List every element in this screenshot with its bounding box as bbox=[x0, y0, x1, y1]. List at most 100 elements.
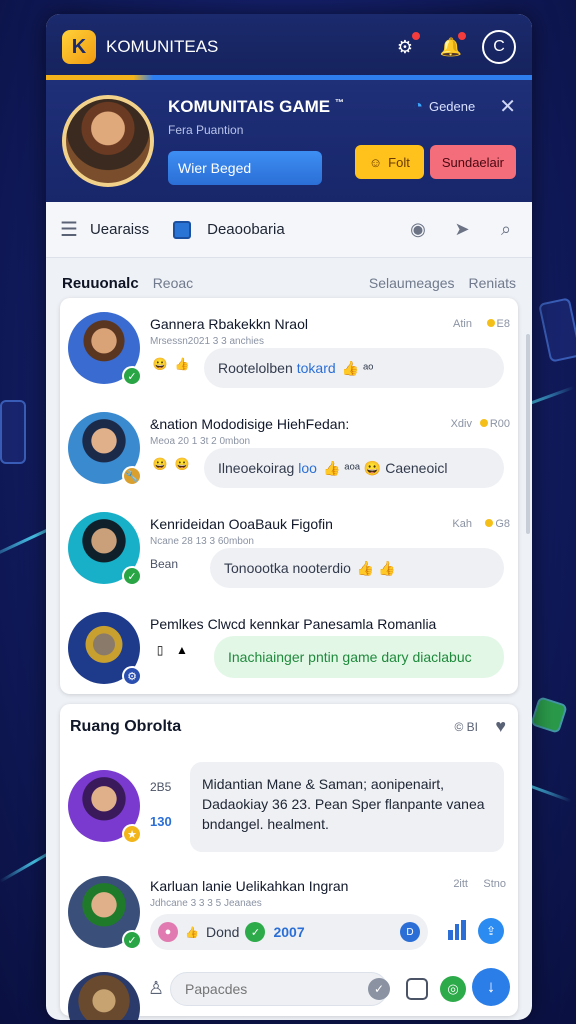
thumbs-up-icon[interactable]: 👍 bbox=[182, 922, 202, 942]
follow-button[interactable]: ☺ Folt bbox=[354, 145, 424, 179]
sub-tabs: Reuuonalc Reoac Selaumeages Reniats bbox=[46, 258, 532, 298]
profile-circle-icon[interactable]: C bbox=[482, 30, 516, 64]
post-subtitle: Meoa 20 1 3t 2 0mbon bbox=[150, 436, 251, 447]
post-time: Atin bbox=[453, 318, 472, 330]
chat-title: Ruang Obrolta bbox=[70, 718, 182, 735]
gamepad-icon[interactable]: ◎ bbox=[440, 976, 466, 1002]
avatar[interactable] bbox=[62, 95, 154, 187]
reaction-icon[interactable]: ● bbox=[158, 922, 178, 942]
reactions: ▯ ▲ bbox=[150, 640, 194, 660]
share-icon[interactable]: ⇪ bbox=[478, 918, 504, 944]
heart-icon[interactable]: ♥ bbox=[495, 716, 506, 737]
nav-item-label[interactable]: Uearaiss bbox=[90, 221, 149, 238]
tab-messages[interactable]: Selaumeages bbox=[369, 275, 455, 291]
shield-icon[interactable]: ◉ bbox=[406, 218, 430, 242]
flask-icon[interactable]: ▲ bbox=[172, 640, 192, 660]
post-bubble[interactable]: Tonoootka nooterdio 👍 👍 bbox=[210, 548, 504, 588]
message-time: 2itt bbox=[453, 878, 468, 890]
post-subtitle: Ncane 28 13 3 60mbon bbox=[150, 536, 254, 547]
profile-field[interactable]: Wier Beged bbox=[168, 151, 322, 185]
chat-message[interactable]: ★ 2B5 130 Midantian Mane & Saman; aonipe… bbox=[68, 762, 510, 860]
background-tile bbox=[530, 696, 568, 734]
message-input[interactable] bbox=[170, 972, 388, 1006]
list-item[interactable]: ✓ Kenrideidan OoaBauk Figofin Ncane 28 1… bbox=[68, 504, 510, 600]
nav-item-label[interactable]: Deaoobaria bbox=[207, 221, 386, 238]
bar-chart-icon[interactable] bbox=[448, 920, 468, 940]
app-window: K KOMUNITEAS ⚙ 🔔 C KOMUNITAIS GAME ™ Fer… bbox=[46, 14, 532, 1020]
gear-badge-icon: ⚙ bbox=[122, 666, 142, 686]
feed-card: ✓ Gannera Rbakekkn Nraol Mrsessn2021 3 3… bbox=[60, 298, 518, 694]
notification-icon[interactable]: 🔔 bbox=[438, 32, 466, 60]
post-time: Xdiv bbox=[450, 418, 472, 430]
top-bar: K KOMUNITEAS ⚙ 🔔 C bbox=[46, 14, 532, 80]
status-indicator: ◔ Gedene ✕ bbox=[413, 94, 516, 119]
notification-dot bbox=[412, 32, 420, 40]
reaction-icon[interactable]: 😀 bbox=[150, 354, 170, 374]
coin-icon bbox=[485, 519, 494, 527]
list-item[interactable]: ✓ Gannera Rbakekkn Nraol Mrsessn2021 3 3… bbox=[68, 304, 510, 400]
hamburger-icon[interactable]: ☰ bbox=[60, 217, 78, 242]
tab-active[interactable]: Reuuonalc bbox=[62, 275, 139, 292]
chat-message[interactable]: ✓ Karluan lanie Uelikahkan Ingran Jdhcan… bbox=[68, 868, 510, 954]
list-item[interactable]: 🔧 &nation Mododisige HiehFedan: Meoa 20 … bbox=[68, 404, 510, 500]
reaction-icon[interactable]: 😀 bbox=[172, 454, 192, 474]
background-tile bbox=[0, 400, 26, 464]
message-number: 130 bbox=[150, 814, 172, 829]
reactions: Bean bbox=[150, 554, 180, 574]
reaction-icon[interactable]: 👍 bbox=[172, 354, 192, 374]
message-title: Karluan lanie Uelikahkan Ingran bbox=[150, 878, 349, 894]
info-icon[interactable]: D bbox=[400, 922, 420, 942]
avatar[interactable] bbox=[68, 972, 140, 1020]
tab-second[interactable]: Reoac bbox=[153, 275, 193, 291]
status-label: Gedene bbox=[428, 99, 476, 114]
status-spinner-icon: ◔ bbox=[413, 97, 423, 115]
search-icon[interactable]: ⌕ bbox=[494, 218, 518, 242]
camera-icon[interactable] bbox=[406, 978, 428, 1000]
wrench-badge-icon: 🔧 bbox=[122, 466, 142, 486]
post-title: Gannera Rbakekkn Nraol bbox=[150, 316, 308, 332]
check-icon[interactable]: ✓ bbox=[368, 978, 390, 1000]
post-title: Pemlkes Clwcd kennkar Panesamla Romanlia bbox=[150, 616, 437, 632]
post-subtitle: Mrsessn2021 3 3 anchies bbox=[150, 336, 264, 347]
book-icon[interactable] bbox=[173, 220, 192, 239]
close-icon[interactable]: ✕ bbox=[499, 94, 516, 119]
notification-dot bbox=[458, 32, 466, 40]
game-logo-icon[interactable]: K bbox=[62, 30, 96, 64]
post-bubble[interactable]: Inachiainger pntin game dary diaclabuc bbox=[214, 636, 504, 678]
coin-icon bbox=[479, 419, 488, 427]
post-time: Kah bbox=[452, 518, 472, 530]
message-reactions-bar[interactable]: ● 👍 Dond ✓ 2007 D bbox=[150, 914, 428, 950]
cup-icon[interactable]: ▯ bbox=[150, 640, 170, 660]
scrollbar[interactable] bbox=[526, 334, 530, 534]
app-title: KOMUNITEAS bbox=[106, 37, 219, 56]
background-tile bbox=[538, 297, 576, 363]
profile-buttons: ☺ Folt Sundaelair bbox=[354, 145, 516, 179]
main-nav: ☰ Uearaiss Deaoobaria ◉ ➤ ⌕ bbox=[46, 202, 532, 258]
post-bubble[interactable]: Ilneoekoirag loo 👍 ᵃᵒᵃ 😀 Caeneoicl bbox=[204, 448, 504, 488]
pin-icon[interactable]: ➤ bbox=[450, 218, 474, 242]
reaction-icon[interactable]: 😀 bbox=[150, 454, 170, 474]
tab-members[interactable]: Reniats bbox=[469, 275, 516, 291]
list-item[interactable]: ⚙ Pemlkes Clwcd kennkar Panesamla Romanl… bbox=[68, 604, 510, 700]
reaction-label[interactable]: Bean bbox=[150, 554, 178, 574]
settings-icon[interactable]: ⚙ bbox=[392, 32, 420, 60]
message-time: 2B5 bbox=[150, 780, 172, 794]
message-subtitle: Jdhcane 3 3 3 5 Jeanaes bbox=[150, 898, 262, 909]
post-title: Kenrideidan OoaBauk Figofin bbox=[150, 516, 333, 532]
profile-header: KOMUNITAIS GAME ™ Fera Puantion Wier Beg… bbox=[46, 80, 532, 202]
attach-icon[interactable]: ♙ bbox=[148, 978, 164, 999]
post-count: G8 bbox=[485, 518, 510, 530]
reactions: 😀 😀 bbox=[150, 454, 194, 474]
chat-meta: © BI bbox=[454, 720, 478, 734]
subscribe-button[interactable]: Sundaelair bbox=[429, 145, 516, 179]
message-stat: Stno bbox=[483, 878, 506, 890]
reaction-count: 2007 bbox=[273, 924, 305, 940]
follow-icon: ☺ bbox=[368, 154, 383, 170]
post-count: E8 bbox=[486, 318, 510, 330]
send-button[interactable]: ↓ bbox=[472, 968, 510, 1006]
message-bubble: Midantian Mane & Saman; aonipenairt, Dad… bbox=[190, 762, 504, 852]
star-badge-icon: ★ bbox=[122, 824, 142, 844]
chat-card: Ruang Obrolta © BI ♥ ★ 2B5 130 Midantian… bbox=[60, 704, 518, 1020]
post-bubble[interactable]: Rootelolben tokard 👍 ᵃᵒ bbox=[204, 348, 504, 388]
check-icon: ✓ bbox=[245, 922, 266, 942]
